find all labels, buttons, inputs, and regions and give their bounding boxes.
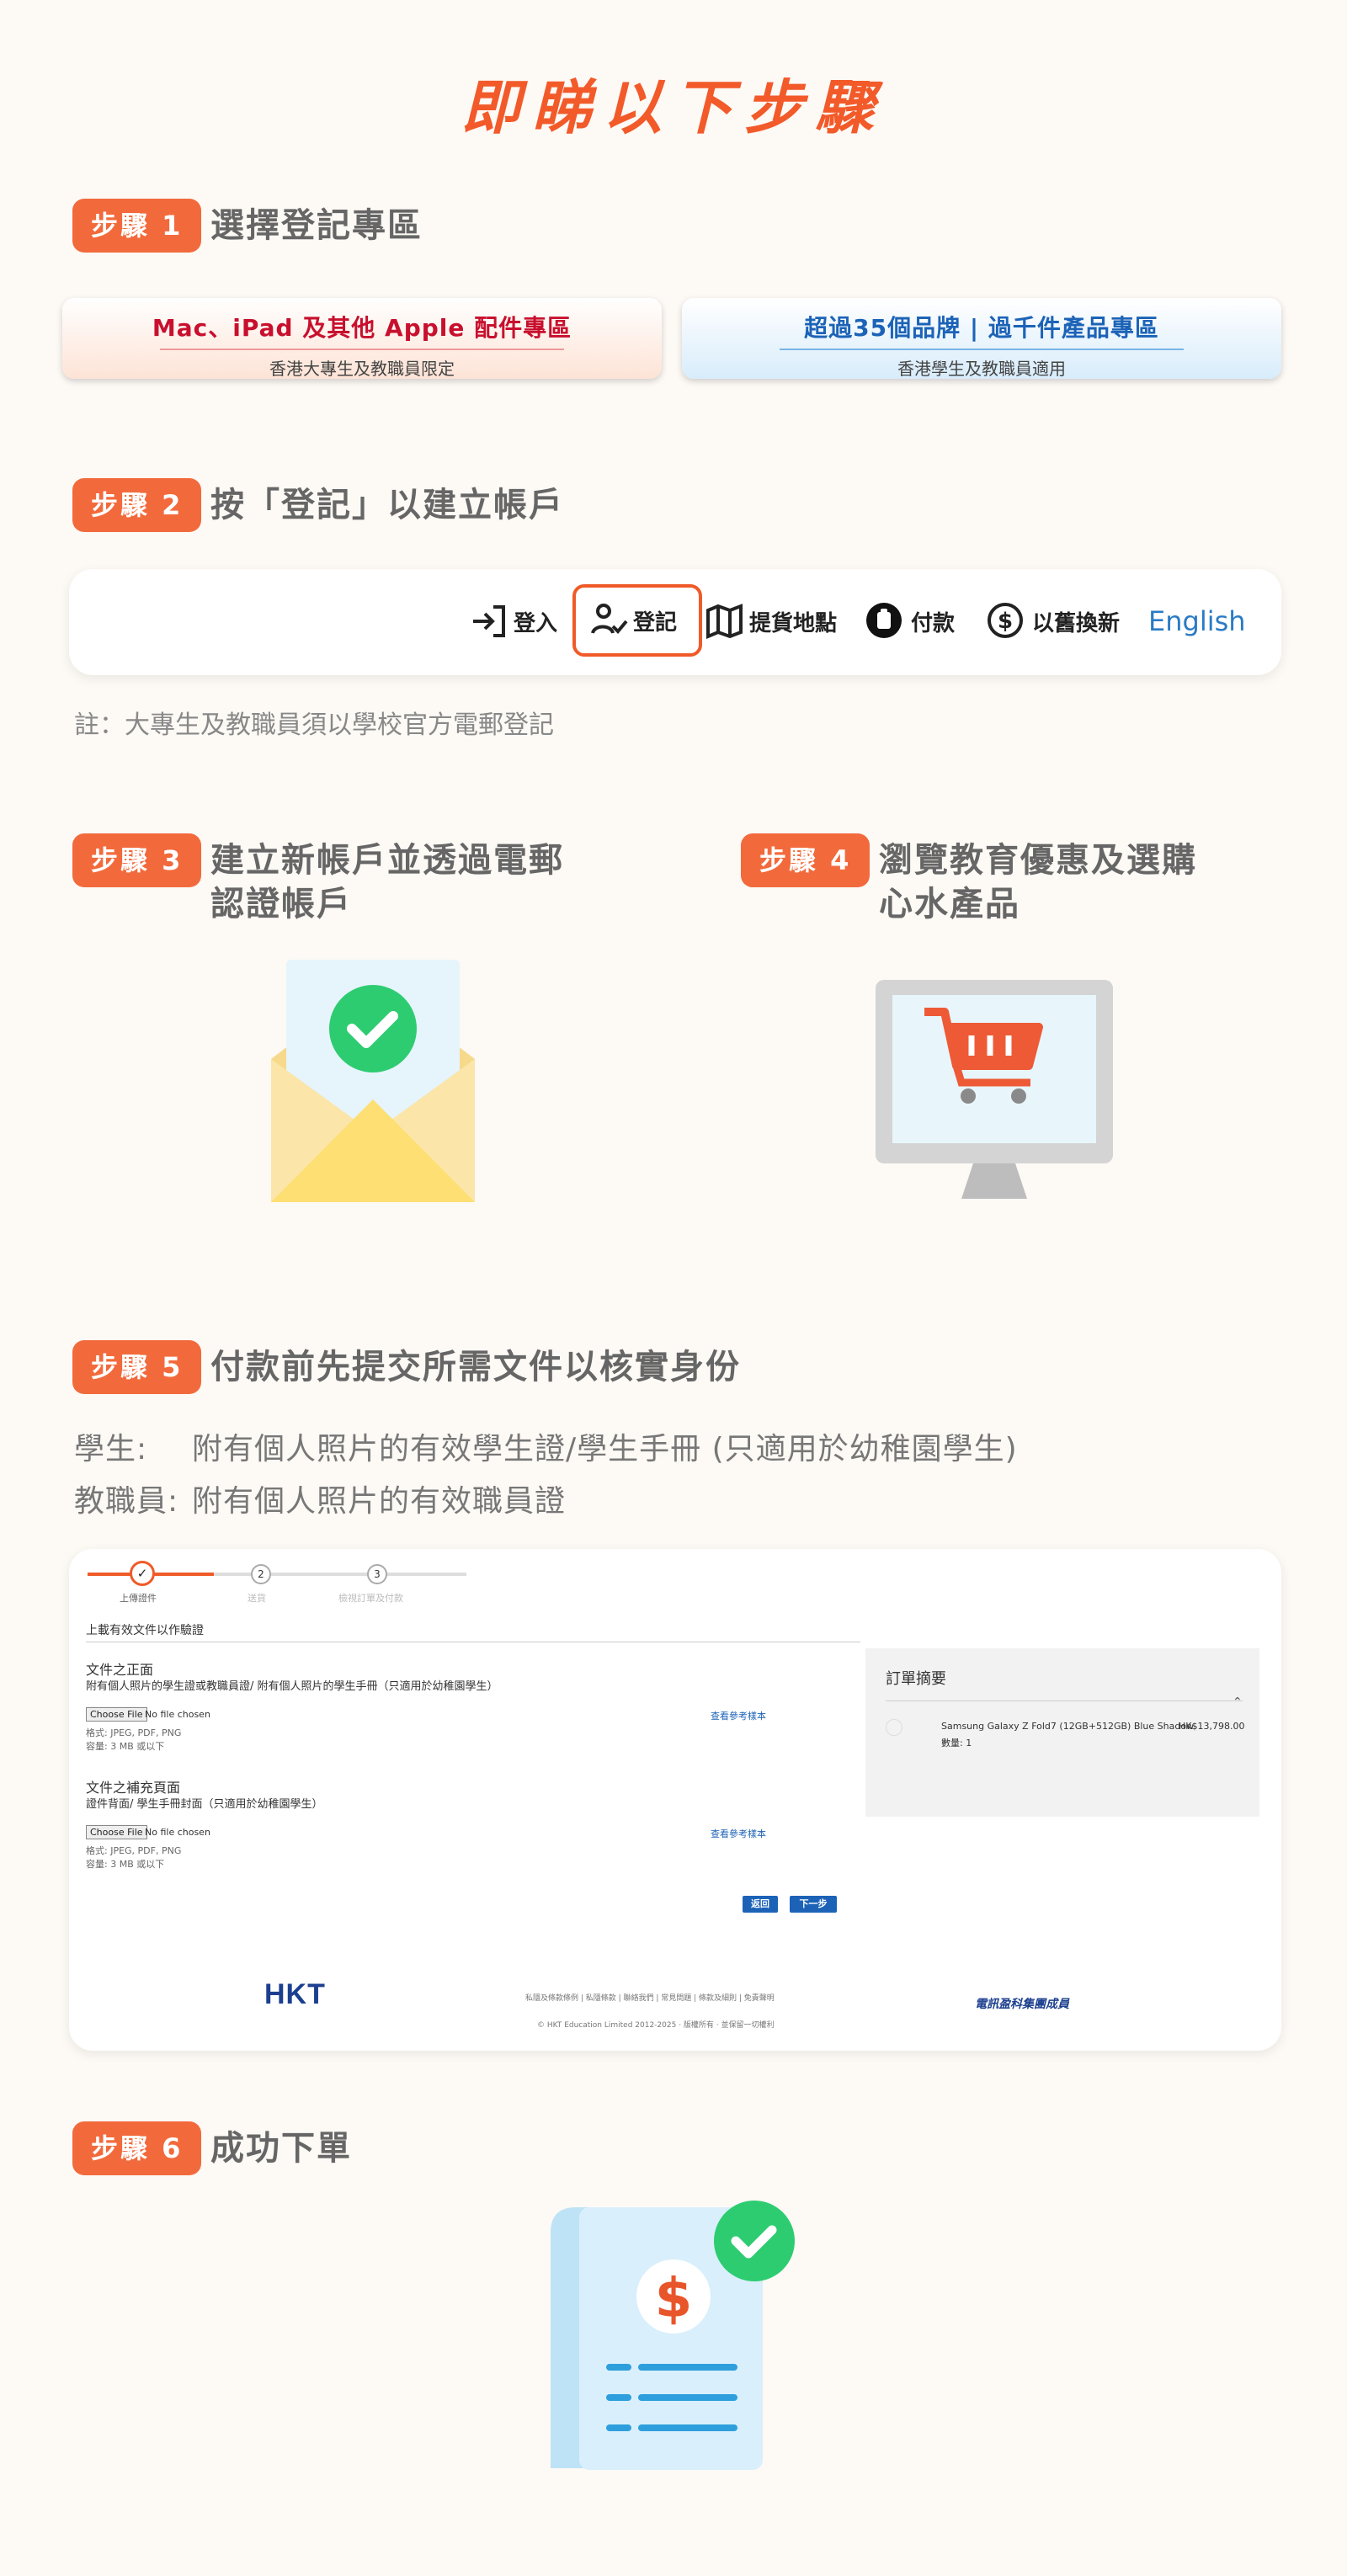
order-summary-divider bbox=[886, 1700, 1243, 1701]
map-icon bbox=[706, 604, 743, 639]
nav-payment-label: 付款 bbox=[911, 610, 956, 636]
shopping-monitor-icon bbox=[876, 980, 1113, 1199]
step-3-label-line2: 認證帳戶 bbox=[210, 885, 352, 923]
back-sample-link[interactable]: 查看參考樣本 bbox=[711, 1827, 766, 1840]
step-3-label-line1: 建立新帳戶並透過電郵 bbox=[210, 841, 564, 880]
front-no-file: No file chosen bbox=[145, 1709, 210, 1720]
nav-tradein[interactable]: $ 以舊換新 bbox=[985, 594, 1120, 648]
nav-register[interactable]: 登記 bbox=[572, 584, 702, 657]
nav-payment[interactable]: 付款 bbox=[865, 594, 955, 648]
order-summary-panel: 訂單摘要 ⌃ Samsung Galaxy Z Fold7 (12GB+512G… bbox=[865, 1648, 1259, 1817]
receipt-success-icon: $ bbox=[551, 2201, 795, 2470]
order-item-qty: 數量: 1 bbox=[941, 1738, 972, 1748]
staff-doc-requirement: 教職員: 附有個人照片的有效職員證 bbox=[74, 1477, 566, 1520]
step-6-label: 成功下單 bbox=[210, 2129, 352, 2168]
step-2-badge: 步驟 2 bbox=[72, 478, 202, 532]
step-1-label: 選擇登記專區 bbox=[210, 206, 423, 245]
collapse-chevron-icon[interactable]: ⌃ bbox=[1233, 1695, 1243, 1709]
student-doc-text: 附有個人照片的有效學生證/學生手冊 (只適用於幼稚園學生) bbox=[192, 1432, 1018, 1466]
student-doc-requirement: 學生: 附有個人照片的有效學生證/學生手冊 (只適用於幼稚園學生) bbox=[74, 1424, 1018, 1468]
step-3-badge: 步驟 3 bbox=[72, 833, 202, 887]
apple-zone-subtitle: 香港大專生及教職員限定 bbox=[269, 359, 455, 379]
apple-zone-title: Mac、iPad 及其他 Apple 配件專區 bbox=[152, 314, 572, 342]
nav-pickup-label: 提貨地點 bbox=[749, 610, 838, 636]
nav-login[interactable]: 登入 bbox=[470, 594, 557, 648]
student-label: 學生: bbox=[74, 1432, 148, 1466]
order-summary-title: 訂單摘要 bbox=[886, 1670, 946, 1688]
nav-pickup[interactable]: 提貨地點 bbox=[705, 594, 837, 648]
step-3-label: 建立新帳戶並透過電郵 認證帳戶 bbox=[210, 838, 564, 926]
back-choose-file-button[interactable]: Choose File bbox=[86, 1825, 147, 1839]
footer-copyright: © HKT Education Limited 2012-2025 · 版權所有… bbox=[537, 2021, 775, 2030]
footer-links[interactable]: 私隱及條款條例 | 私隱條款 | 聯絡我們 | 常見問題 | 條款及細則 | 免… bbox=[525, 1992, 775, 2003]
step-2-label: 按「登記」以建立帳戶 bbox=[210, 486, 564, 524]
back-no-file: No file chosen bbox=[145, 1827, 210, 1838]
upload-form-preview: ✓ 2 3 上傳證件 送貨 檢視訂單及付款 上載有效文件以作驗證 文件之正面 附… bbox=[69, 1549, 1281, 2051]
staff-doc-text: 附有個人照片的有效職員證 bbox=[192, 1484, 567, 1519]
svg-text:$: $ bbox=[655, 2268, 693, 2330]
page-title: 即睇以下步驟 bbox=[461, 73, 886, 142]
front-doc-desc: 附有個人照片的學生證或教職員證/ 附有個人照片的學生手冊（只適用於幼稚園學生） bbox=[86, 1680, 498, 1693]
user-check-icon bbox=[591, 604, 628, 634]
nav-tradein-label: 以舊換新 bbox=[1032, 610, 1121, 636]
dollar-cycle-icon: $ bbox=[988, 603, 1023, 638]
back-doc-desc: 證件背面/ 學生手冊封面（只適用於幼稚園學生） bbox=[86, 1798, 323, 1811]
front-choose-file-button[interactable]: Choose File bbox=[86, 1707, 147, 1722]
form-next-button[interactable]: 下一步 bbox=[790, 1896, 837, 1913]
back-format: 格式: JPEG, PDF, PNG bbox=[86, 1845, 182, 1856]
upload-section-title: 上載有效文件以作驗證 bbox=[86, 1624, 204, 1637]
back-doc-title: 文件之補充頁面 bbox=[86, 1780, 181, 1796]
login-icon bbox=[473, 605, 505, 637]
hkt-logo: HKT bbox=[264, 1978, 326, 2010]
brands-zone-subtitle: 香港學生及教職員適用 bbox=[897, 359, 1066, 379]
step-1-badge: 步驟 1 bbox=[72, 199, 202, 253]
apple-zone-button[interactable]: Mac、iPad 及其他 Apple 配件專區 香港大專生及教職員限定 bbox=[62, 298, 662, 379]
svg-text:$: $ bbox=[998, 609, 1013, 634]
front-size: 容量: 3 MB 或以下 bbox=[86, 1741, 165, 1752]
form-back-button[interactable]: 返回 bbox=[743, 1896, 778, 1913]
back-size: 容量: 3 MB 或以下 bbox=[86, 1859, 165, 1870]
step-6-badge: 步驟 6 bbox=[72, 2121, 202, 2175]
brands-zone-title: 超過35個品牌 | 過千件產品專區 bbox=[804, 314, 1159, 342]
order-item-price: HK$13,798.00 bbox=[1179, 1721, 1245, 1732]
pccw-partner-logo: 電訊盈科集團成員 bbox=[975, 1998, 1069, 2011]
nav-language[interactable]: English bbox=[1148, 594, 1246, 648]
apple-zone-divider bbox=[160, 349, 564, 350]
nav-register-label: 登記 bbox=[633, 609, 678, 636]
front-format: 格式: JPEG, PDF, PNG bbox=[86, 1727, 182, 1738]
progress-step-1: ✓ bbox=[130, 1561, 155, 1586]
payment-icon bbox=[866, 603, 902, 638]
progress-label-3: 檢視訂單及付款 bbox=[338, 1593, 403, 1604]
order-item-name: Samsung Galaxy Z Fold7 (12GB+512GB) Blue… bbox=[941, 1721, 1195, 1732]
nav-login-label: 登入 bbox=[514, 610, 558, 636]
nav-bar-preview: 登入 登記 提貨地點 付款 $ 以舊換新 English bbox=[69, 569, 1281, 675]
step-4-label: 瀏覽教育優惠及選購 心水產品 bbox=[879, 838, 1197, 926]
staff-label: 教職員: bbox=[74, 1484, 179, 1519]
progress-label-1: 上傳證件 bbox=[120, 1593, 157, 1604]
product-thumbnail bbox=[886, 1719, 902, 1736]
step-5-badge: 步驟 5 bbox=[72, 1340, 202, 1394]
registration-note: 註：大專生及教職員須以學校官方電郵登記 bbox=[74, 711, 554, 740]
front-doc-title: 文件之正面 bbox=[86, 1662, 154, 1678]
progress-step-3: 3 bbox=[367, 1564, 387, 1584]
front-sample-link[interactable]: 查看參考樣本 bbox=[711, 1709, 766, 1722]
step-4-badge: 步驟 4 bbox=[741, 833, 870, 887]
email-verified-icon bbox=[271, 960, 475, 1202]
progress-label-2: 送貨 bbox=[248, 1593, 266, 1604]
brands-zone-divider bbox=[780, 349, 1184, 350]
brands-zone-button[interactable]: 超過35個品牌 | 過千件產品專區 香港學生及教職員適用 bbox=[682, 298, 1281, 379]
step-4-label-line2: 心水產品 bbox=[879, 885, 1020, 923]
step-4-label-line1: 瀏覽教育優惠及選購 bbox=[879, 841, 1197, 880]
step-5-label: 付款前先提交所需文件以核實身份 bbox=[210, 1348, 741, 1386]
progress-step-2: 2 bbox=[251, 1564, 271, 1584]
